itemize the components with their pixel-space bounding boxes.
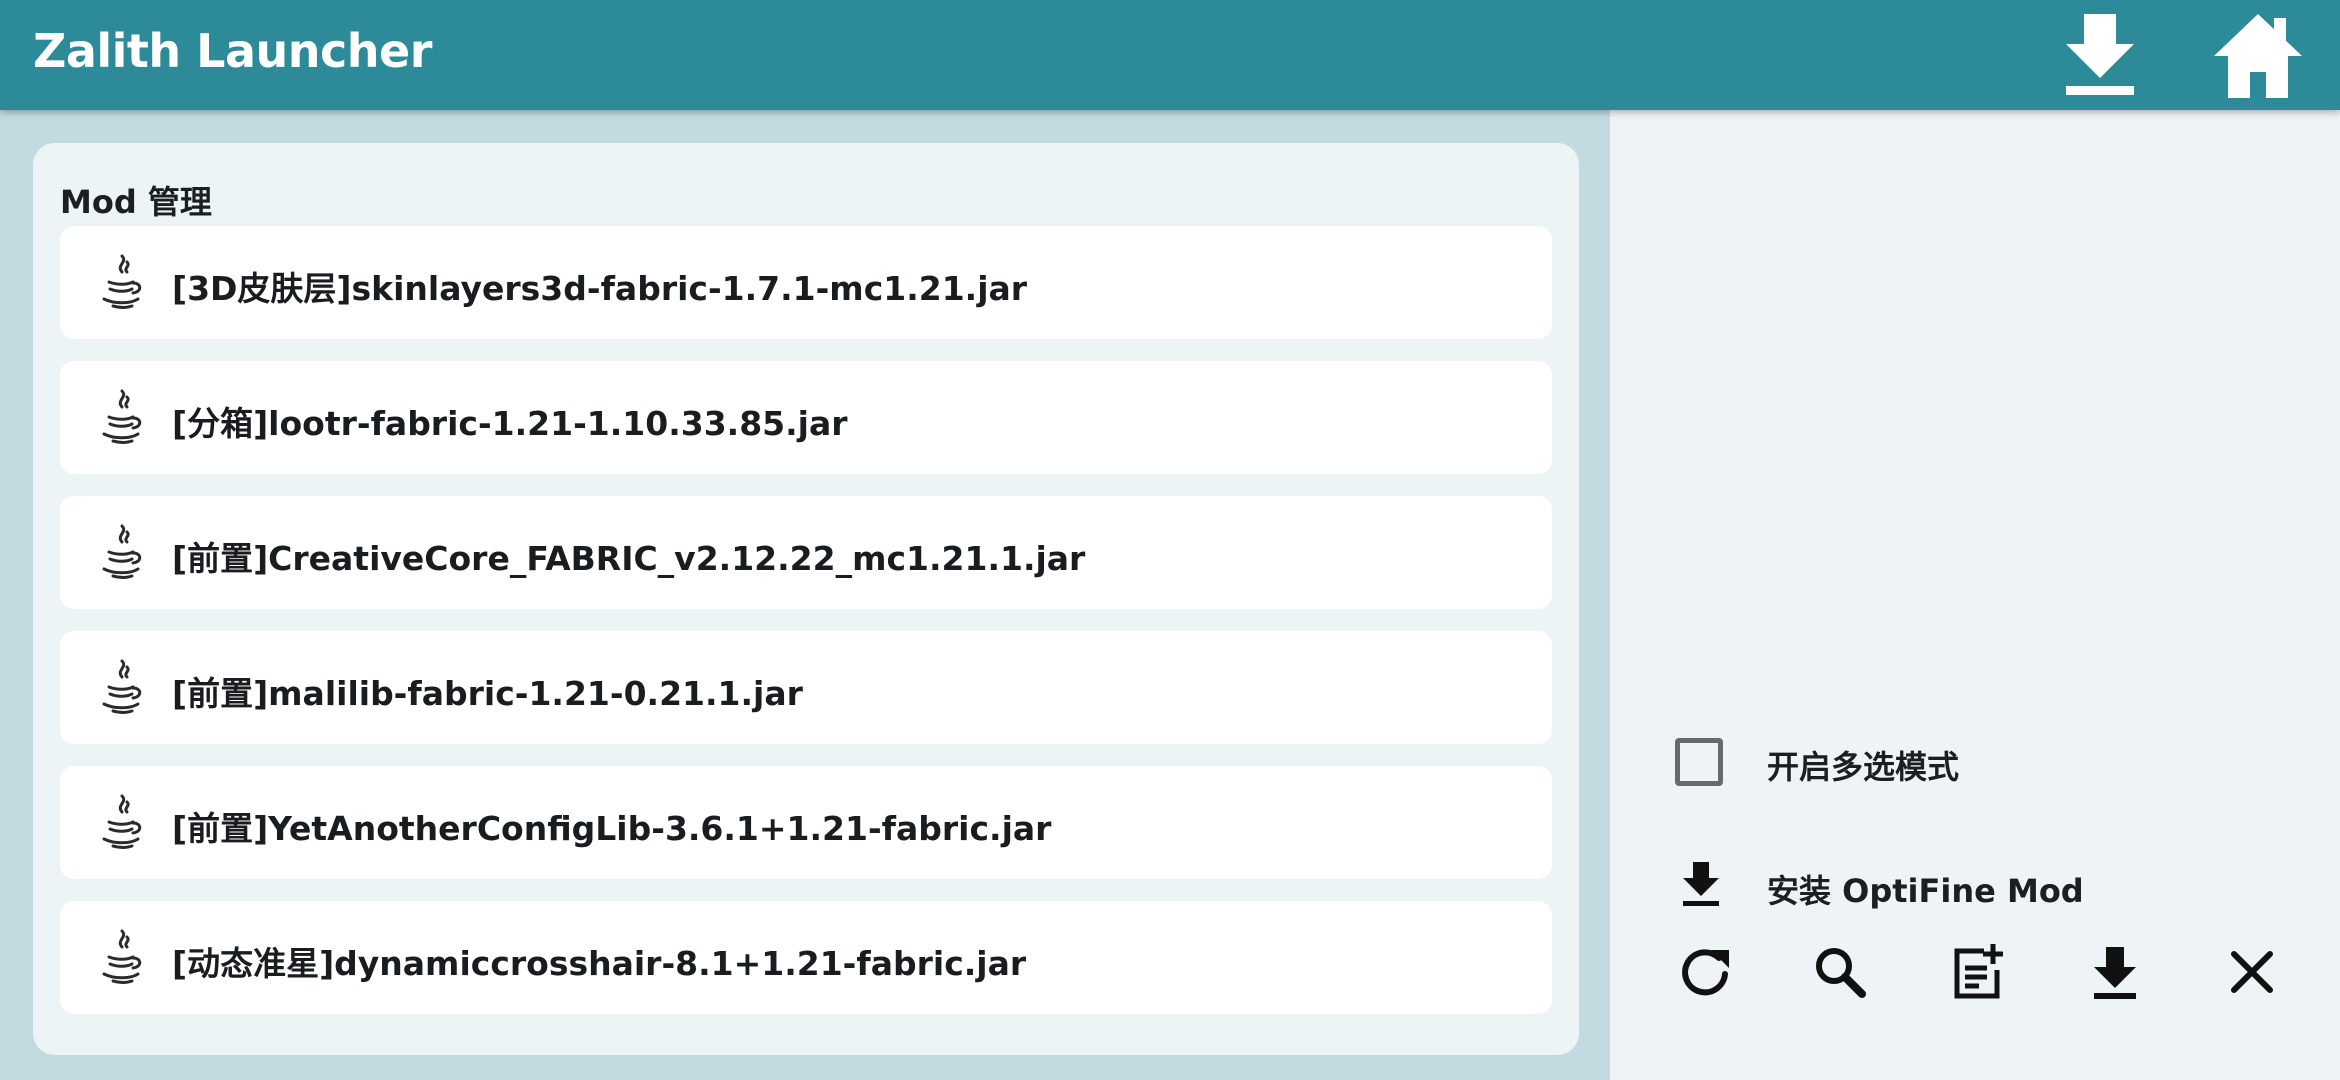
install-optifine-option[interactable]: 安装 OptiFine Mod (1610, 840, 2340, 920)
java-icon (102, 524, 142, 579)
multi-select-label: 开启多选模式 (1767, 748, 1960, 786)
top-app-bar: Zalith Launcher (0, 0, 2340, 110)
mod-management-title: Mod 管理 (60, 183, 212, 221)
java-icon (102, 389, 142, 444)
mod-item[interactable]: [3D皮肤层]skinlayers3d-fabric-1.7.1-mc1.21.… (60, 226, 1552, 339)
download-icon[interactable] (2085, 942, 2145, 1002)
multi-select-option[interactable]: 开启多选模式 (1610, 716, 2340, 796)
install-optifine-label: 安装 OptiFine Mod (1767, 872, 2084, 910)
mod-item[interactable]: [分箱]lootr-fabric-1.21-1.10.33.85.jar (60, 361, 1552, 474)
download-icon (1683, 862, 1719, 906)
mod-name: [前置]CreativeCore_FABRIC_v2.12.22_mc1.21.… (172, 539, 1086, 578)
java-icon (102, 254, 142, 309)
mod-name: [前置]malilib-fabric-1.21-0.21.1.jar (172, 674, 803, 713)
mod-name: [3D皮肤层]skinlayers3d-fabric-1.7.1-mc1.21.… (172, 269, 1028, 308)
mod-item[interactable]: [前置]CreativeCore_FABRIC_v2.12.22_mc1.21.… (60, 496, 1552, 609)
mod-name: [前置]YetAnotherConfigLib-3.6.1+1.21-fabri… (172, 809, 1052, 848)
refresh-icon[interactable] (1675, 942, 1735, 1002)
mod-item[interactable]: [前置]YetAnotherConfigLib-3.6.1+1.21-fabri… (60, 766, 1552, 879)
home-icon[interactable] (2210, 8, 2306, 104)
right-pane: 开启多选模式 安装 OptiFine Mod (1610, 110, 2340, 1080)
download-icon[interactable] (2052, 8, 2148, 104)
java-icon (102, 929, 142, 984)
multi-select-checkbox[interactable] (1675, 738, 1723, 786)
java-icon (102, 794, 142, 849)
left-pane: Mod 管理 [3D皮肤层]skinlayers3d-fabric-1.7.1-… (0, 110, 1610, 1080)
java-icon (102, 659, 142, 714)
add-file-icon[interactable] (1948, 942, 2008, 1002)
close-icon[interactable] (2222, 942, 2282, 1002)
mod-management-card: Mod 管理 [3D皮肤层]skinlayers3d-fabric-1.7.1-… (33, 143, 1579, 1055)
app-title: Zalith Launcher (33, 24, 432, 78)
mod-name: [动态准星]dynamiccrosshair-8.1+1.21-fabric.j… (172, 944, 1027, 983)
search-icon[interactable] (1810, 942, 1870, 1002)
mod-name: [分箱]lootr-fabric-1.21-1.10.33.85.jar (172, 404, 848, 443)
mod-item[interactable]: [动态准星]dynamiccrosshair-8.1+1.21-fabric.j… (60, 901, 1552, 1014)
mod-item[interactable]: [前置]malilib-fabric-1.21-0.21.1.jar (60, 631, 1552, 744)
